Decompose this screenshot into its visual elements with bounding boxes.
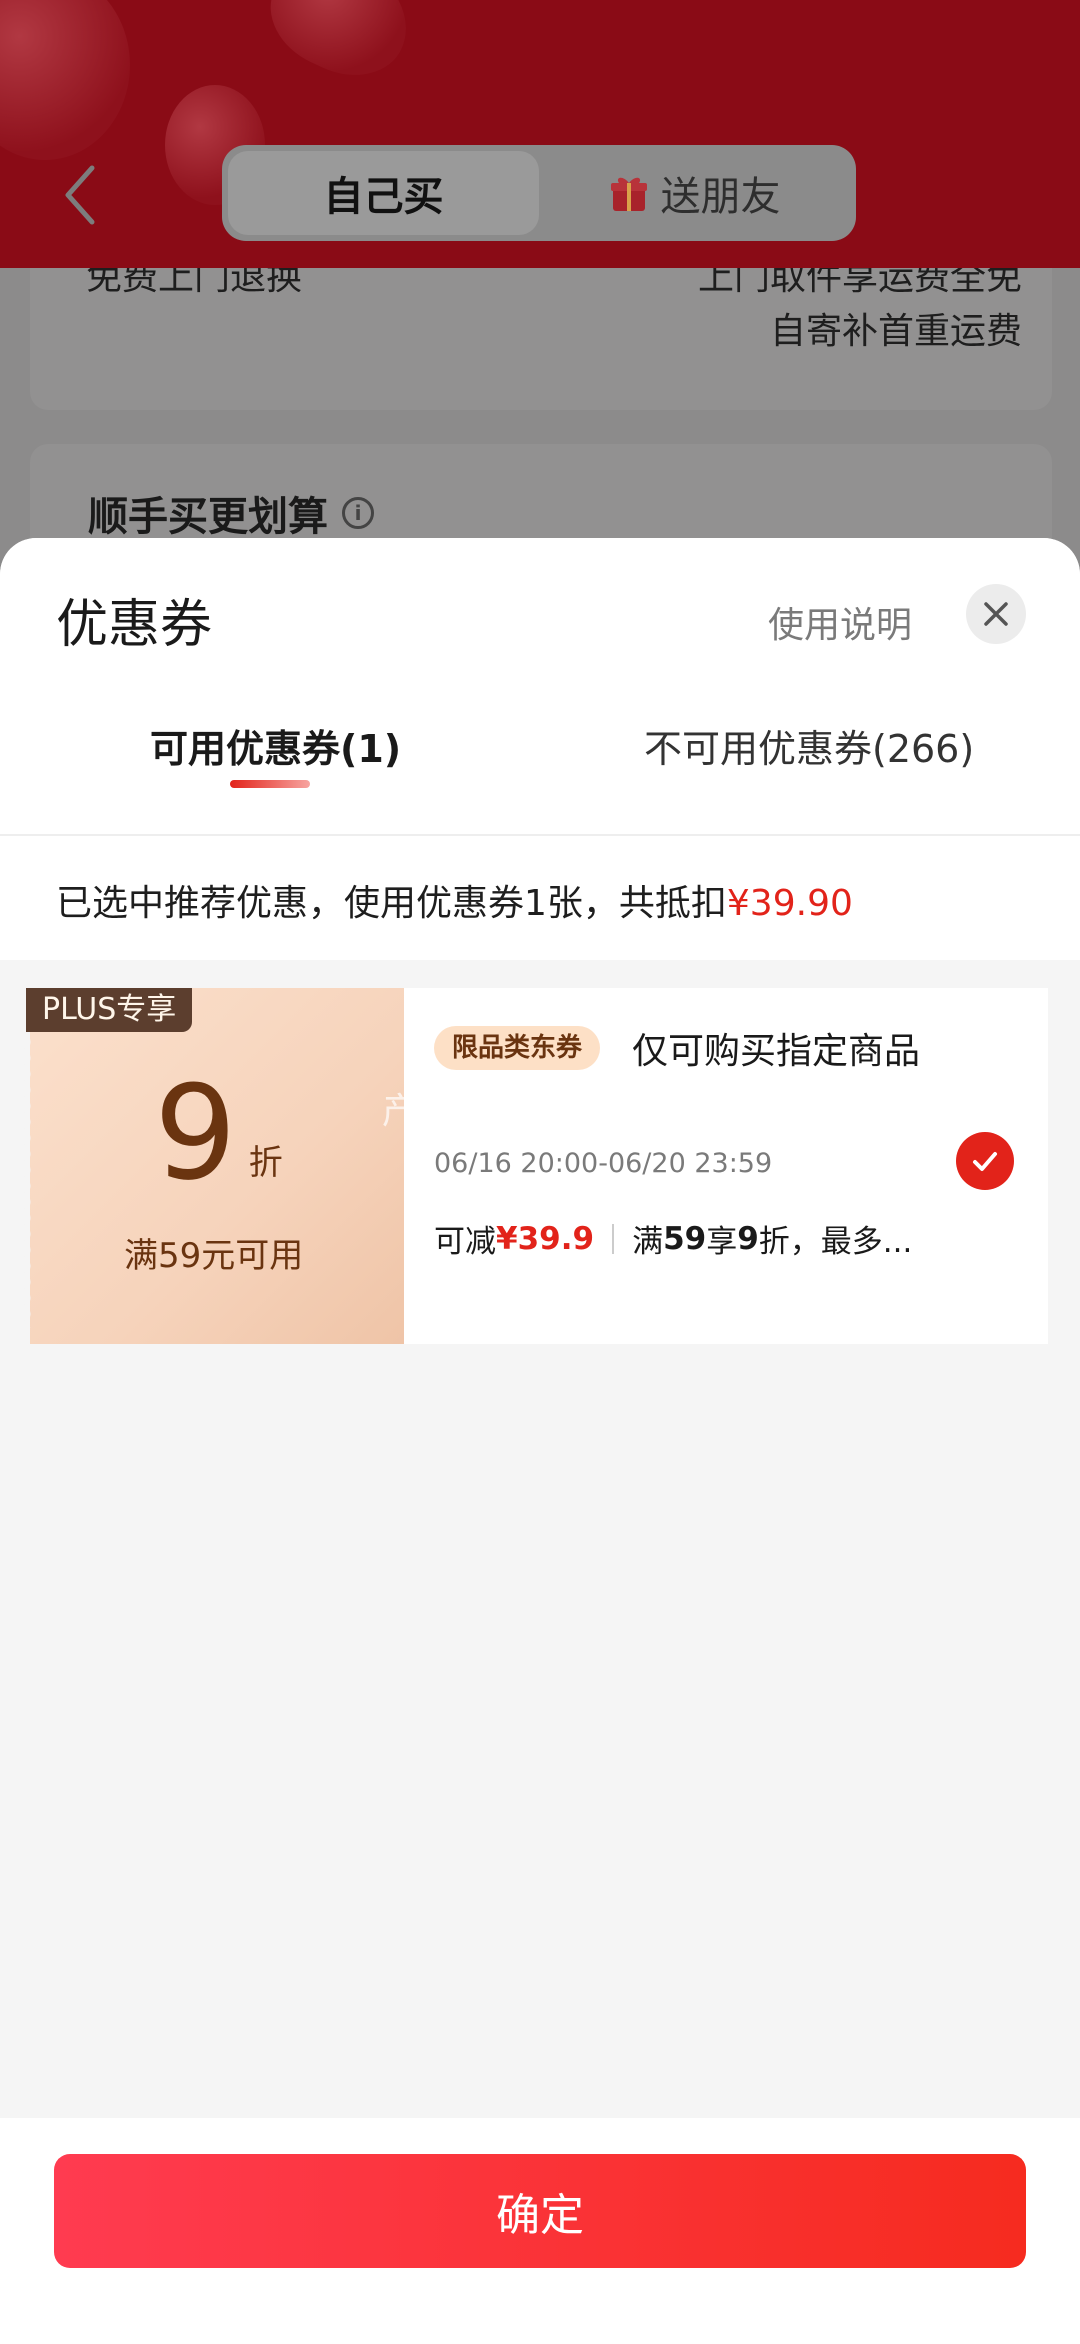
- divider: [612, 1223, 615, 1254]
- gift-icon: [609, 173, 649, 213]
- coupon-card[interactable]: PLUS专享 9 折 满59元可用 限品类东券 仅可购买指定商品 06/16 2…: [24, 988, 1048, 1344]
- coupon-validity: 06/16 20:00-06/20 23:59: [434, 1148, 773, 1179]
- bottom-bar: 确定: [0, 2118, 1080, 2344]
- coupon-details: 限品类东券 仅可购买指定商品 06/16 20:00-06/20 23:59 可…: [404, 988, 1048, 1344]
- close-button[interactable]: [966, 584, 1026, 644]
- tab-send-to-friend-label: 送朋友: [660, 174, 781, 220]
- purchase-mode-switch: 自己买 送朋友: [222, 145, 856, 241]
- close-icon: [984, 602, 1008, 626]
- tab-unavailable-coupons[interactable]: 不可用优惠券(266): [644, 718, 974, 773]
- tab-send-to-friend[interactable]: 送朋友: [539, 151, 850, 235]
- summary-amount: ¥39.90: [726, 883, 853, 924]
- coupon-value-panel: PLUS专享 9 折 满59元可用: [24, 988, 404, 1344]
- reduce-label: 可减: [434, 1224, 496, 1260]
- summary-text: 已选中推荐优惠，使用优惠券1张，共抵扣: [56, 883, 727, 924]
- balloon-decoration: [253, 0, 427, 95]
- sheet-header: 优惠券 使用说明 可用优惠券(1) 不可用优惠券(266): [0, 538, 1080, 836]
- tab-available-coupons[interactable]: 可用优惠券(1): [150, 718, 401, 773]
- plus-exclusive-tag: PLUS专享: [26, 988, 193, 1032]
- coupon-edge-decoration: [24, 1018, 38, 1328]
- rule-prefix: 满: [632, 1224, 664, 1260]
- rule-mid: 享: [706, 1224, 738, 1260]
- discount-value: 9 折: [154, 1068, 283, 1198]
- sheet-title: 优惠券: [56, 595, 213, 655]
- header-banner: 自己买 送朋友: [0, 0, 1080, 268]
- bundle-title: 顺手买更划算: [88, 494, 328, 540]
- background-page: 免费上门退换 上门取件享运费全免 自寄补首重运费 顺手买更划算 i 自己买 送朋…: [0, 0, 1080, 560]
- usage-instructions-link[interactable]: 使用说明: [768, 596, 912, 648]
- balloon-decoration: [0, 0, 130, 160]
- rule-threshold: 59: [663, 1220, 707, 1257]
- discount-unit: 折: [248, 1143, 283, 1183]
- coupon-title: 仅可购买指定商品: [632, 1031, 921, 1072]
- rule-suffix: 折，最多...: [758, 1224, 913, 1260]
- tab-buy-for-self-label: 自己买: [323, 174, 444, 220]
- free-return-note-line2: 自寄补首重运费: [769, 311, 1022, 352]
- coupon-scope-badge: 限品类东券: [434, 1026, 601, 1070]
- watermark-text: 产品性能优势: [382, 1091, 599, 1132]
- discount-number: 9: [154, 1057, 237, 1209]
- tab-buy-for-self[interactable]: 自己买: [228, 151, 539, 235]
- coupon-benefit: 可减 ¥39.9 满 59 享 9 折，最多...: [434, 1216, 912, 1261]
- back-button[interactable]: [58, 160, 102, 230]
- reduce-amount: ¥39.9: [496, 1220, 595, 1257]
- checkmark-icon: [973, 1152, 997, 1171]
- selection-summary: 已选中推荐优惠，使用优惠券1张，共抵扣¥39.90: [0, 836, 1080, 960]
- coupon-threshold: 满59元可用: [124, 1236, 304, 1276]
- coupon-tabs: 可用优惠券(1) 不可用优惠券(266): [0, 718, 1080, 836]
- active-tab-indicator: [230, 780, 310, 788]
- coupon-select-checkbox[interactable]: [956, 1132, 1014, 1190]
- coupon-sheet: 优惠券 使用说明 可用优惠券(1) 不可用优惠券(266) 已选中推荐优惠，使用…: [0, 538, 1080, 2344]
- confirm-button[interactable]: 确定: [54, 2154, 1026, 2268]
- info-icon[interactable]: i: [342, 497, 374, 529]
- rule-discount: 9: [737, 1220, 759, 1257]
- chevron-left-icon: [65, 165, 95, 225]
